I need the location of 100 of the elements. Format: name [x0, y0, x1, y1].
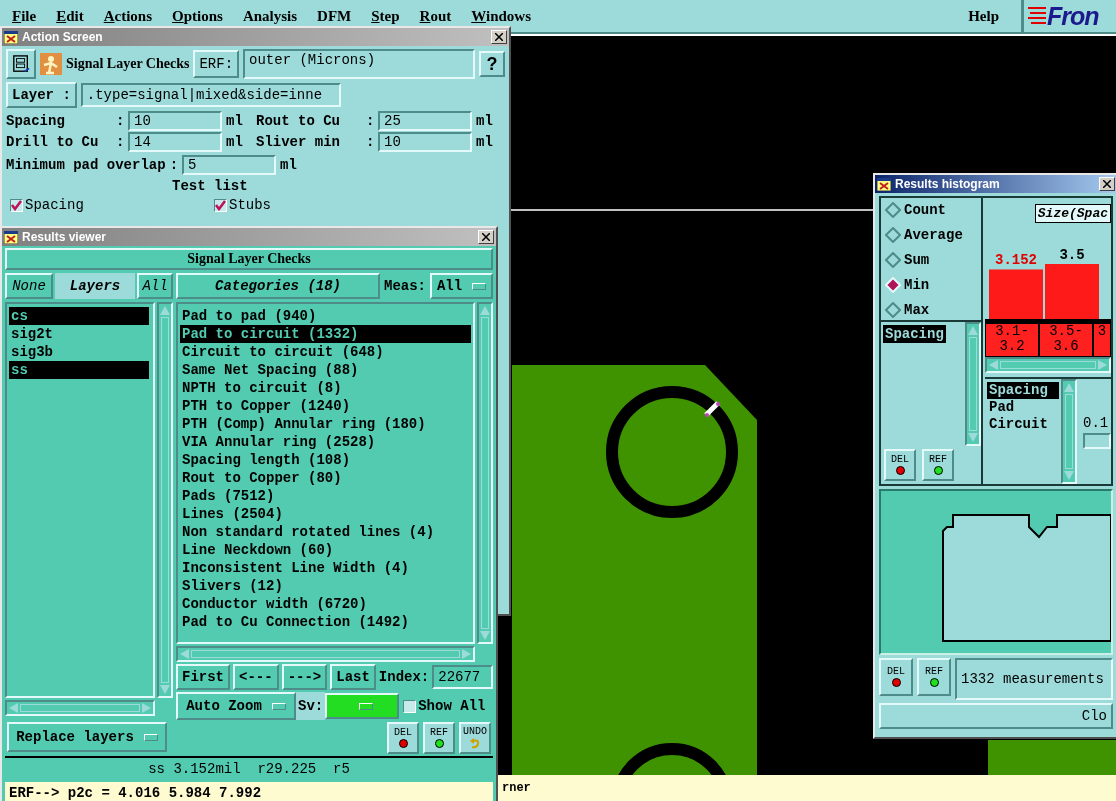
meas-dropdown[interactable]: All	[430, 273, 493, 299]
menu-item[interactable]: Windows	[463, 7, 540, 25]
list-item[interactable]: Lines (2504)	[180, 505, 471, 523]
tool-button[interactable]: DEL	[879, 658, 913, 696]
radio-button[interactable]	[885, 202, 901, 218]
replace-dropdown[interactable]: Replace layers	[7, 722, 167, 752]
logo: Fron	[1047, 1, 1099, 31]
field-label: Index:	[378, 669, 430, 685]
scrollbar[interactable]	[1061, 379, 1077, 484]
input-field[interactable]: 10	[128, 111, 222, 131]
input-field[interactable]: 5	[182, 155, 277, 175]
tool-button[interactable]: REF	[917, 658, 951, 696]
list-item[interactable]: sig3b	[9, 343, 149, 361]
list-item[interactable]: Pad	[987, 399, 1059, 416]
input-field[interactable]: 10	[378, 132, 472, 152]
zoom-dropdown[interactable]: Auto Zoom	[176, 692, 296, 720]
list-item[interactable]: Line Neckdown (60)	[180, 541, 471, 559]
cabinet-icon	[12, 54, 30, 74]
all-button[interactable]: All	[137, 273, 173, 299]
layer-button[interactable]: Layer :	[6, 82, 77, 108]
nav-button[interactable]: Last	[330, 664, 376, 690]
dot-icon	[434, 739, 444, 748]
unit-label: ml	[225, 113, 244, 129]
tool-button[interactable]: REF	[922, 449, 954, 481]
menu-item[interactable]: DFM	[309, 7, 360, 25]
list-item[interactable]: Rout to Copper (80)	[180, 469, 471, 487]
index-field[interactable]: 22677	[432, 665, 493, 689]
menu-item[interactable]: Actions	[95, 7, 161, 25]
menu-item[interactable]: Options	[164, 7, 231, 25]
checkbox[interactable]	[10, 198, 23, 212]
scrollbar[interactable]	[965, 322, 981, 446]
checkbox[interactable]	[403, 699, 417, 713]
separator: :	[366, 134, 376, 150]
tool-button[interactable]: DEL	[884, 449, 916, 481]
nav-button[interactable]: <---	[233, 664, 279, 690]
scrollbar[interactable]	[157, 302, 173, 698]
menu-item[interactable]: Analysis	[234, 7, 306, 25]
scrollbar[interactable]	[985, 357, 1111, 373]
categories-button[interactable]: Categories (18)	[176, 273, 380, 299]
dot-icon	[895, 466, 905, 475]
menu-item[interactable]: Step	[363, 7, 408, 25]
field-label: Minimum pad overlap	[6, 157, 166, 173]
scrollbar[interactable]	[5, 700, 155, 716]
list-item[interactable]: Inconsistent Line Width (4)	[180, 559, 471, 577]
window-title: Results histogram	[895, 177, 1001, 191]
radio-button[interactable]	[885, 252, 901, 268]
status-text: rner	[502, 781, 531, 795]
measurement-marker	[704, 401, 720, 417]
list-item[interactable]: Pad to circuit (1332)	[180, 325, 471, 343]
list-item[interactable]: Spacing	[883, 325, 946, 343]
close-button[interactable]: Clo	[879, 703, 1113, 729]
list-item[interactable]: Conductor width (6720)	[180, 595, 471, 613]
menu-item[interactable]: Edit	[48, 7, 92, 25]
input-field[interactable]: 25	[378, 111, 472, 131]
tool-button[interactable]: UNDO	[459, 722, 491, 754]
scrollbar[interactable]	[176, 646, 475, 662]
list-item[interactable]: VIA Annular ring (2528)	[180, 433, 471, 451]
list-item[interactable]: sig2t	[9, 325, 149, 343]
list-item[interactable]: ss	[9, 361, 149, 379]
list-item[interactable]: PTH (Comp) Annular ring (180)	[180, 415, 471, 433]
list-item[interactable]: Non standard rotated lines (4)	[180, 523, 471, 541]
close-button[interactable]	[478, 230, 494, 244]
erf-button[interactable]: ERF:	[193, 50, 240, 78]
scrollbar[interactable]	[477, 302, 493, 644]
input-field[interactable]: 14	[128, 132, 222, 152]
tool-button[interactable]: REF	[423, 722, 455, 754]
list-item[interactable]: Pad to pad (940)	[180, 307, 471, 325]
nav-button[interactable]: First	[176, 664, 230, 690]
close-button[interactable]	[1099, 177, 1115, 191]
menu-item[interactable]: Rout	[411, 7, 460, 25]
close-button[interactable]	[491, 30, 507, 44]
scale-control[interactable]	[1083, 432, 1111, 449]
list-item[interactable]: PTH to Copper (1240)	[180, 397, 471, 415]
tool-button[interactable]: DEL	[387, 722, 419, 754]
checkbox[interactable]	[214, 198, 227, 212]
list-item[interactable]: Pads (7512)	[180, 487, 471, 505]
erf-field[interactable]: outer (Microns)	[243, 49, 475, 79]
list-item[interactable]: Spacing length (108)	[180, 451, 471, 469]
list-item[interactable]: Circuit to circuit (648)	[180, 343, 471, 361]
list-item[interactable]: Spacing	[987, 382, 1059, 399]
list-item[interactable]: cs	[9, 307, 149, 325]
list-item[interactable]: Pad to Cu Connection (1492)	[180, 613, 471, 631]
help-button[interactable]: ?	[479, 51, 505, 77]
list-item[interactable]: Slivers (12)	[180, 577, 471, 595]
layer-field[interactable]: .type=signal|mixed&side=inne	[80, 83, 341, 107]
unit-label: ml	[280, 157, 297, 173]
header-button[interactable]: Signal Layer Checks	[5, 248, 493, 270]
severity-dropdown[interactable]	[325, 693, 400, 719]
field-label: Spacing	[6, 113, 66, 129]
none-button[interactable]: None	[5, 273, 53, 299]
nav-button[interactable]: --->	[281, 664, 328, 690]
radio-button[interactable]	[885, 227, 901, 243]
list-item[interactable]: Same Net Spacing (88)	[180, 361, 471, 379]
menu-item[interactable]: Help	[960, 7, 1007, 25]
field-label: Rout to Cu	[256, 113, 341, 129]
list-item[interactable]: Circuit	[987, 416, 1059, 433]
list-item[interactable]: NPTH to circuit (8)	[180, 379, 471, 397]
menu-item[interactable]: File	[4, 7, 45, 25]
cabinet-button[interactable]	[6, 49, 36, 79]
radio-button[interactable]	[885, 302, 901, 318]
